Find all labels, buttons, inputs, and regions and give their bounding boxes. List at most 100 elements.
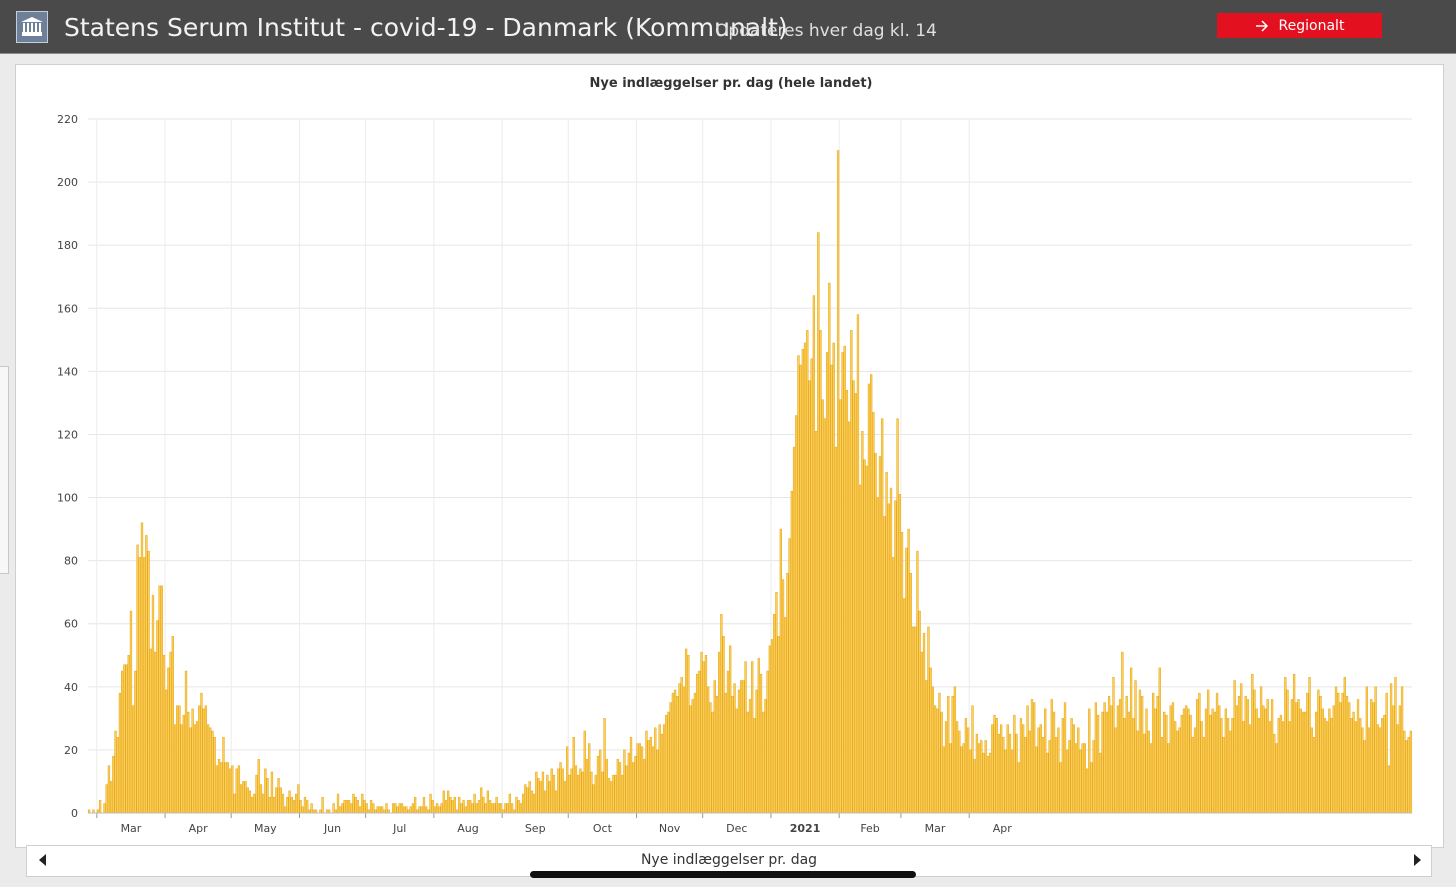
bar[interactable] <box>273 796 276 814</box>
bar[interactable] <box>896 418 899 814</box>
bar[interactable] <box>1321 708 1324 814</box>
bar[interactable] <box>1389 683 1393 814</box>
bar[interactable] <box>801 349 805 814</box>
bar[interactable] <box>988 752 992 814</box>
bar[interactable] <box>1365 686 1368 814</box>
bar[interactable] <box>1290 699 1294 814</box>
bar[interactable] <box>1019 718 1023 814</box>
bar[interactable] <box>658 724 661 814</box>
bar[interactable] <box>920 651 923 814</box>
bar[interactable] <box>431 800 434 814</box>
bar[interactable] <box>1198 692 1201 814</box>
bar[interactable] <box>980 740 983 814</box>
bar[interactable] <box>1394 677 1397 814</box>
bar[interactable] <box>726 670 730 814</box>
bar[interactable] <box>1061 718 1064 814</box>
bar[interactable] <box>1310 727 1313 814</box>
bar[interactable] <box>715 696 719 814</box>
bar[interactable] <box>1057 727 1060 814</box>
bar[interactable] <box>722 636 725 814</box>
bar[interactable] <box>1033 702 1036 814</box>
bar[interactable] <box>1145 708 1148 814</box>
bar[interactable] <box>698 670 701 814</box>
bar[interactable] <box>557 768 560 814</box>
bar[interactable] <box>1257 718 1261 814</box>
bar[interactable] <box>762 711 765 814</box>
bar[interactable] <box>477 800 481 814</box>
bar[interactable] <box>394 803 397 814</box>
bar[interactable] <box>1319 696 1322 814</box>
bar[interactable] <box>299 800 302 814</box>
bar[interactable] <box>275 787 278 814</box>
bar[interactable] <box>1339 702 1342 814</box>
bar[interactable] <box>233 793 236 814</box>
bar[interactable] <box>601 771 604 814</box>
bar[interactable] <box>259 784 263 814</box>
bar[interactable] <box>709 702 712 814</box>
bar[interactable] <box>872 412 875 814</box>
bar[interactable] <box>942 746 946 814</box>
bar[interactable] <box>471 803 474 814</box>
bar[interactable] <box>440 803 443 814</box>
bar[interactable] <box>733 683 736 814</box>
bar[interactable] <box>354 796 357 814</box>
bar[interactable] <box>1370 699 1373 814</box>
bar[interactable] <box>224 762 227 814</box>
bar[interactable] <box>358 806 362 814</box>
bar[interactable] <box>1136 730 1139 814</box>
bar[interactable] <box>1330 718 1333 814</box>
bar[interactable] <box>158 585 161 814</box>
bar[interactable] <box>429 793 432 814</box>
bar[interactable] <box>453 796 456 814</box>
bar[interactable] <box>277 778 280 814</box>
bar[interactable] <box>773 614 776 814</box>
bar[interactable] <box>592 784 595 814</box>
bar[interactable] <box>361 793 364 814</box>
bar[interactable] <box>1286 689 1289 814</box>
bar[interactable] <box>532 793 536 814</box>
bar[interactable] <box>966 727 970 814</box>
bar[interactable] <box>363 800 366 814</box>
bar[interactable] <box>396 806 399 814</box>
bar[interactable] <box>1242 721 1245 814</box>
bar[interactable] <box>253 793 256 814</box>
bar[interactable] <box>1118 699 1122 814</box>
bar[interactable] <box>105 784 108 814</box>
bar[interactable] <box>751 661 754 814</box>
bar[interactable] <box>145 535 148 814</box>
bar[interactable] <box>768 645 771 814</box>
bar[interactable] <box>1151 692 1155 814</box>
bar[interactable] <box>464 806 467 814</box>
bar[interactable] <box>1048 740 1051 814</box>
bar[interactable] <box>264 768 267 814</box>
bar[interactable] <box>797 355 800 814</box>
bar[interactable] <box>171 636 174 814</box>
bar[interactable] <box>129 610 133 814</box>
bar[interactable] <box>687 655 690 814</box>
bar[interactable] <box>268 796 271 814</box>
bar[interactable] <box>795 415 798 814</box>
bar[interactable] <box>953 686 957 814</box>
bar[interactable] <box>1156 696 1159 814</box>
bar[interactable] <box>678 683 681 814</box>
bar[interactable] <box>1004 749 1007 814</box>
bar[interactable] <box>365 803 368 814</box>
bar[interactable] <box>649 737 653 814</box>
bar[interactable] <box>385 803 388 814</box>
bar[interactable] <box>347 800 351 814</box>
bar[interactable] <box>1112 677 1115 814</box>
bar[interactable] <box>889 487 893 814</box>
bar[interactable] <box>418 806 421 814</box>
bar[interactable] <box>270 771 274 814</box>
bar[interactable] <box>843 345 846 814</box>
bar[interactable] <box>482 796 485 814</box>
bar[interactable] <box>693 692 697 814</box>
bar[interactable] <box>645 730 648 814</box>
bar[interactable] <box>1187 708 1190 814</box>
bar[interactable] <box>1028 730 1031 814</box>
bar[interactable] <box>1105 711 1109 814</box>
bar[interactable] <box>660 733 664 814</box>
bar[interactable] <box>405 806 408 814</box>
bar[interactable] <box>673 689 677 814</box>
bar[interactable] <box>398 803 401 814</box>
